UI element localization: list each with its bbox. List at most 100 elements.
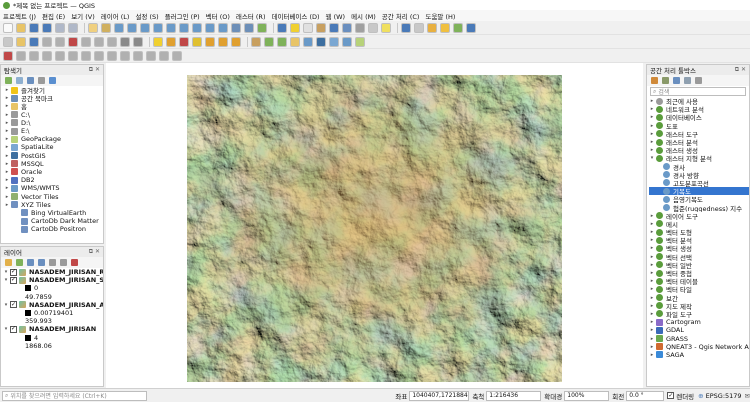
expand-arrow-icon[interactable]: ▸ bbox=[649, 237, 655, 243]
collapse-arrow-icon[interactable]: ▾ bbox=[3, 326, 9, 332]
menu-item[interactable]: 프로젝트 (J) bbox=[3, 11, 36, 21]
menu-item[interactable]: 플러그인 (P) bbox=[165, 11, 200, 21]
statistics-icon[interactable] bbox=[329, 22, 339, 33]
browser-item[interactable]: ▸ E:\ bbox=[4, 127, 103, 135]
eye-icon[interactable] bbox=[27, 259, 34, 266]
expand-arrow-icon[interactable]: ▸ bbox=[4, 144, 10, 150]
vertex-tool-icon[interactable] bbox=[55, 36, 65, 47]
collapse-arrow-icon[interactable]: ▾ bbox=[3, 302, 9, 308]
history-icon[interactable] bbox=[662, 77, 669, 84]
expand-arrow-icon[interactable]: ▸ bbox=[649, 311, 655, 317]
undo-icon[interactable] bbox=[120, 36, 130, 47]
browser-item[interactable]: ▸ Vector Tiles bbox=[4, 192, 103, 201]
add-vector-icon[interactable] bbox=[277, 36, 287, 47]
toolbox-item[interactable]: ▸ 벡터 테이블 bbox=[649, 277, 749, 285]
measure-icon[interactable] bbox=[355, 22, 365, 33]
collapse-all-icon[interactable] bbox=[60, 259, 67, 266]
options-icon[interactable] bbox=[695, 77, 702, 84]
redo-icon[interactable] bbox=[133, 36, 143, 47]
layer-row[interactable]: ▾✓ NASADEM_JIRISAN_SLP bbox=[3, 276, 103, 284]
expand-arrow-icon[interactable]: ▸ bbox=[4, 202, 10, 208]
expand-arrow-icon[interactable]: ▸ bbox=[4, 95, 10, 101]
add-raster-icon[interactable] bbox=[264, 36, 274, 47]
expand-arrow-icon[interactable]: ▸ bbox=[649, 123, 655, 129]
pan-to-selection-icon[interactable] bbox=[101, 22, 111, 33]
toolbox-item[interactable]: ▸ 벡터 타일 bbox=[649, 285, 749, 294]
toolbox-item[interactable]: ▸ 벡터 선택 bbox=[649, 253, 749, 261]
toolbox-item[interactable]: ▸ 파일 도구 bbox=[649, 310, 749, 318]
expand-arrow-icon[interactable]: ▸ bbox=[649, 295, 655, 301]
expand-all-icon[interactable] bbox=[49, 259, 56, 266]
zoom-out-icon[interactable] bbox=[127, 22, 137, 33]
toolbox-item[interactable]: 고도분포곡선 bbox=[649, 179, 749, 187]
menu-item[interactable]: 편집 (E) bbox=[42, 11, 65, 21]
paste-icon[interactable] bbox=[107, 36, 117, 47]
expand-arrow-icon[interactable]: ▸ bbox=[649, 229, 655, 235]
osm-icon[interactable] bbox=[453, 22, 463, 33]
help-icon[interactable] bbox=[466, 22, 476, 33]
add-part-icon[interactable] bbox=[133, 50, 143, 61]
crs-button[interactable]: EPSG:5179 bbox=[706, 392, 742, 400]
expand-arrow-icon[interactable]: ▸ bbox=[649, 327, 655, 333]
collapse-arrow-icon[interactable]: ▾ bbox=[3, 269, 9, 275]
locator-search-input[interactable]: ⌕ 위치를 찾으려면 입력하세요 (Ctrl+K) bbox=[2, 390, 147, 401]
expand-arrow-icon[interactable]: ▸ bbox=[649, 131, 655, 137]
toolbox-item[interactable]: ▸ QNEAT3 - Qgis Network A... bbox=[649, 343, 749, 351]
expand-arrow-icon[interactable]: ▸ bbox=[649, 221, 655, 227]
show-hide-labels-icon[interactable] bbox=[192, 36, 202, 47]
remove-layer-icon[interactable] bbox=[71, 259, 78, 266]
zoom-layer-icon[interactable] bbox=[179, 22, 189, 33]
layout-manager-icon[interactable] bbox=[68, 22, 78, 33]
deselect-icon[interactable] bbox=[303, 22, 313, 33]
label-icon[interactable] bbox=[153, 36, 163, 47]
delete-ring-icon[interactable] bbox=[159, 50, 169, 61]
toolbox-item[interactable]: ▸ 래스터 분석 bbox=[649, 138, 749, 146]
toolbox-item[interactable]: ▸ 지도 제작 bbox=[649, 302, 749, 310]
expand-arrow-icon[interactable]: ▸ bbox=[4, 153, 10, 159]
zoom-selection-icon[interactable] bbox=[166, 22, 176, 33]
expand-arrow-icon[interactable]: ▸ bbox=[4, 185, 10, 191]
cut-icon[interactable] bbox=[81, 36, 91, 47]
expand-arrow-icon[interactable]: ▸ bbox=[4, 128, 10, 134]
toolbox-item[interactable]: ▸ 최근에 사용 bbox=[649, 97, 749, 105]
menu-item[interactable]: 메시 (M) bbox=[351, 11, 376, 21]
expand-arrow-icon[interactable]: ▸ bbox=[649, 98, 655, 104]
expand-arrow-icon[interactable]: ▸ bbox=[649, 245, 655, 251]
toolbox-item[interactable]: 경사 bbox=[649, 163, 749, 171]
zoom-in-icon[interactable] bbox=[114, 22, 124, 33]
toolbox-item[interactable]: ▸ Cartogram bbox=[649, 318, 749, 326]
filter-icon[interactable] bbox=[27, 77, 34, 84]
expand-arrow-icon[interactable]: ▸ bbox=[649, 139, 655, 145]
expand-arrow-icon[interactable]: ▸ bbox=[649, 286, 655, 292]
layer-row[interactable]: ▾✓ NASADEM_JIRISAN_ASP bbox=[3, 301, 103, 309]
zoom-last-icon[interactable] bbox=[205, 22, 215, 33]
browser-item[interactable]: ▸ MSSQL bbox=[4, 160, 103, 168]
open-project-icon[interactable] bbox=[16, 22, 26, 33]
move-label-icon[interactable] bbox=[205, 36, 215, 47]
menu-item[interactable]: 공간 처리 (C) bbox=[382, 11, 420, 21]
browser-item[interactable]: ▸ DB2 bbox=[4, 176, 103, 184]
copy-icon[interactable] bbox=[94, 36, 104, 47]
rotate-label-icon[interactable] bbox=[218, 36, 228, 47]
filter-icon[interactable] bbox=[38, 259, 45, 266]
expand-arrow-icon[interactable]: ▸ bbox=[4, 161, 10, 167]
browser-item[interactable]: ▸ XYZ Tiles bbox=[4, 201, 103, 209]
new-print-layout-icon[interactable] bbox=[55, 22, 65, 33]
results-icon[interactable] bbox=[673, 77, 680, 84]
toolbox-item[interactable]: ▸ 벡터 일반 bbox=[649, 261, 749, 269]
refresh-icon[interactable] bbox=[16, 77, 23, 84]
browser-item[interactable]: ▸ PostGIS bbox=[4, 152, 103, 160]
menu-item[interactable]: 설정 (S) bbox=[135, 11, 158, 21]
add-postgis-icon[interactable] bbox=[316, 36, 326, 47]
browser-item[interactable]: ▸ SpatiaLite bbox=[4, 143, 103, 151]
expand-arrow-icon[interactable]: ▸ bbox=[4, 103, 10, 109]
toolbox-item[interactable]: ▸ 메시 bbox=[649, 220, 749, 228]
add-layer-icon[interactable] bbox=[5, 77, 12, 84]
menu-item[interactable]: 데이터베이스 (D) bbox=[272, 11, 320, 21]
show-bookmarks-icon[interactable] bbox=[244, 22, 254, 33]
messages-icon[interactable]: ✉ bbox=[745, 392, 750, 400]
add-group-icon[interactable] bbox=[16, 259, 23, 266]
toolbox-item[interactable]: 험준(ruggedness) 지수 bbox=[649, 203, 749, 212]
toolbox-item[interactable]: ▸ GDAL bbox=[649, 326, 749, 334]
plugin-icon[interactable] bbox=[427, 22, 437, 33]
